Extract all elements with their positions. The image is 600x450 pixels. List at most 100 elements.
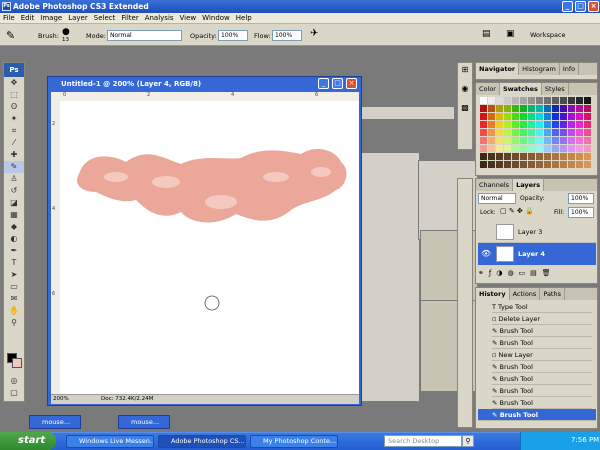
styles-panel-icon[interactable]: ▩ <box>458 103 472 112</box>
tab-color[interactable]: Color <box>476 83 500 95</box>
color-swatch[interactable] <box>496 97 503 104</box>
color-swatch[interactable] <box>536 97 543 104</box>
background-color-swatch[interactable] <box>12 358 22 368</box>
color-swatch[interactable] <box>584 153 591 160</box>
color-swatch[interactable] <box>480 161 487 168</box>
doc-minimize-button[interactable]: _ <box>318 78 329 89</box>
type-tool-icon[interactable]: T <box>4 257 24 269</box>
color-swatch[interactable] <box>544 105 551 112</box>
menu-help[interactable]: Help <box>233 13 255 24</box>
desktop-search-input[interactable]: Search Desktop <box>384 435 462 447</box>
navigator-panel-icon[interactable]: ⊞ <box>458 65 472 74</box>
color-swatch[interactable] <box>536 129 543 136</box>
color-swatch[interactable] <box>504 97 511 104</box>
color-swatch[interactable] <box>488 129 495 136</box>
color-swatch[interactable] <box>568 121 575 128</box>
menu-analysis[interactable]: Analysis <box>142 13 177 24</box>
color-swatch[interactable] <box>480 105 487 112</box>
menu-view[interactable]: View <box>177 13 200 24</box>
color-swatch[interactable] <box>560 129 567 136</box>
color-swatch[interactable] <box>552 145 559 152</box>
color-swatch[interactable] <box>576 105 583 112</box>
tab-layers[interactable]: Layers <box>513 179 545 191</box>
brush-preset-icon[interactable]: ● <box>62 27 70 37</box>
color-swatch[interactable] <box>536 153 543 160</box>
shape-tool-icon[interactable]: ▭ <box>4 281 24 293</box>
color-swatch[interactable] <box>512 161 519 168</box>
color-swatch[interactable] <box>480 129 487 136</box>
path-select-icon[interactable]: ➤ <box>4 269 24 281</box>
start-button[interactable]: start <box>0 432 56 450</box>
search-icon[interactable]: ⚲ <box>462 435 474 447</box>
notes-tool-icon[interactable]: ✉ <box>4 293 24 305</box>
color-swatch[interactable] <box>544 121 551 128</box>
color-swatch[interactable] <box>568 129 575 136</box>
color-swatch[interactable] <box>496 105 503 112</box>
color-swatch[interactable] <box>584 113 591 120</box>
color-swatch[interactable] <box>504 161 511 168</box>
tab-styles[interactable]: Styles <box>542 83 569 95</box>
menu-select[interactable]: Select <box>91 13 119 24</box>
color-swatch[interactable] <box>480 145 487 152</box>
color-swatch[interactable] <box>584 145 591 152</box>
history-item[interactable]: ✎ Brush Tool <box>492 385 592 397</box>
menu-image[interactable]: Image <box>37 13 65 24</box>
tab-channels[interactable]: Channels <box>476 179 514 191</box>
blend-mode-select[interactable]: Normal <box>478 193 516 204</box>
magic-wand-icon[interactable]: ✦ <box>4 113 24 125</box>
color-swatch[interactable] <box>552 105 559 112</box>
history-item[interactable]: ✎ Brush Tool <box>492 373 592 385</box>
color-panel-icon[interactable]: ◉ <box>458 84 472 93</box>
menu-window[interactable]: Window <box>199 13 233 24</box>
color-swatch[interactable] <box>568 145 575 152</box>
visibility-eye-icon[interactable]: 👁 <box>481 249 491 258</box>
color-swatch[interactable] <box>496 137 503 144</box>
color-swatch[interactable] <box>584 137 591 144</box>
minimized-document[interactable]: mouse... <box>29 415 81 429</box>
color-swatch[interactable] <box>560 105 567 112</box>
color-swatch[interactable] <box>504 137 511 144</box>
color-swatch[interactable] <box>512 121 519 128</box>
history-item[interactable]: ▫ Delete Layer <box>492 313 592 325</box>
color-swatch[interactable] <box>520 129 527 136</box>
lasso-tool-icon[interactable]: ʘ <box>4 101 24 113</box>
color-swatch[interactable] <box>512 129 519 136</box>
eraser-icon[interactable]: ◪ <box>4 197 24 209</box>
color-swatch[interactable] <box>520 145 527 152</box>
history-item[interactable]: T Type Tool <box>492 301 592 313</box>
color-swatch[interactable] <box>504 105 511 112</box>
history-item-selected[interactable]: ✎ Brush Tool <box>478 409 596 421</box>
minimize-button[interactable]: _ <box>562 1 573 12</box>
color-swatch[interactable] <box>568 97 575 104</box>
color-swatch[interactable] <box>584 105 591 112</box>
color-swatch[interactable] <box>528 161 535 168</box>
zoom-tool-icon[interactable]: ⚲ <box>4 317 24 329</box>
close-button[interactable]: × <box>588 1 599 12</box>
color-swatch[interactable] <box>488 97 495 104</box>
color-swatch[interactable] <box>544 161 551 168</box>
color-swatch[interactable] <box>512 153 519 160</box>
color-swatch[interactable] <box>576 145 583 152</box>
layer-row[interactable]: Layer 3 <box>478 221 596 243</box>
color-swatch[interactable] <box>544 137 551 144</box>
color-swatch[interactable] <box>512 97 519 104</box>
document-canvas[interactable]: 0 2 4 6 2 4 6 200% Doc: 732.4K/2.24M <box>51 92 359 404</box>
color-swatch[interactable] <box>560 97 567 104</box>
color-swatch[interactable] <box>488 137 495 144</box>
move-tool-icon[interactable]: ✥ <box>4 77 24 89</box>
maximize-button[interactable]: □ <box>575 1 586 12</box>
marquee-tool-icon[interactable]: ⬚ <box>4 89 24 101</box>
color-swatch[interactable] <box>496 145 503 152</box>
layer-opacity-field[interactable]: 100% <box>568 193 594 204</box>
bridge-icon[interactable]: ▣ <box>506 29 515 39</box>
history-brush-icon[interactable]: ↺ <box>4 185 24 197</box>
color-swatch[interactable] <box>528 137 535 144</box>
color-swatch[interactable] <box>504 145 511 152</box>
color-swatch[interactable] <box>496 161 503 168</box>
color-swatch[interactable] <box>560 113 567 120</box>
color-swatch[interactable] <box>568 153 575 160</box>
tab-actions[interactable]: Actions <box>510 288 541 300</box>
history-item[interactable]: ✎ Brush Tool <box>492 397 592 409</box>
color-swatch[interactable] <box>568 105 575 112</box>
color-swatch[interactable] <box>488 105 495 112</box>
